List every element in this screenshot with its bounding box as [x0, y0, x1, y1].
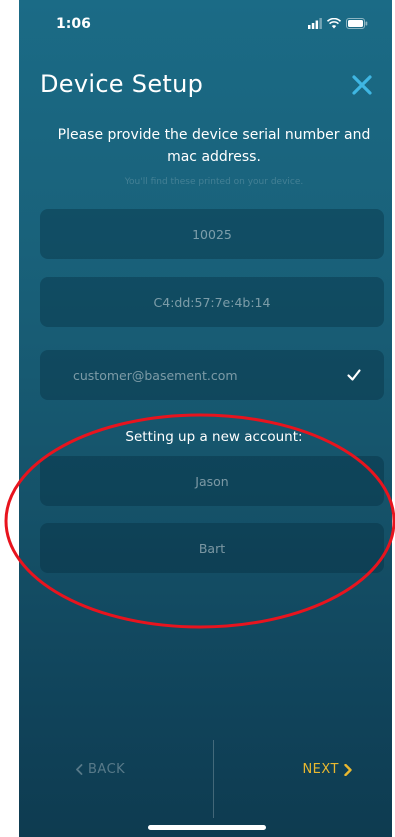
- email-value: customer@basement.com: [73, 367, 238, 383]
- last-name-value: Bart: [198, 540, 226, 556]
- first-name-field[interactable]: Jason: [40, 456, 384, 506]
- serial-number-value: 10025: [192, 226, 232, 242]
- check-icon: [347, 369, 361, 381]
- back-label: BACK: [88, 762, 126, 777]
- back-button[interactable]: BACK: [75, 762, 125, 777]
- serial-number-field[interactable]: 10025: [40, 209, 384, 259]
- home-indicator: [148, 825, 266, 830]
- close-icon[interactable]: [350, 73, 374, 97]
- email-field[interactable]: customer@basement.com: [40, 350, 384, 400]
- battery-icon: [346, 17, 368, 29]
- mac-address-field[interactable]: C4:dd:57:7e:4b:14: [40, 277, 384, 327]
- status-bar: 1:06: [19, 0, 392, 44]
- instructions-hint: You'll find these printed on your device…: [124, 177, 304, 187]
- app-screen: 1:06 Device Setup Please provide the dev…: [19, 0, 392, 837]
- page-title: Device Setup: [40, 70, 204, 98]
- status-time: 1:06: [56, 16, 91, 32]
- first-name-value: Jason: [195, 473, 229, 489]
- new-account-label: Setting up a new account:: [125, 429, 303, 445]
- instructions-text: Please provide the device serial number …: [57, 127, 371, 165]
- status-icons: [308, 16, 368, 30]
- next-label: NEXT: [302, 762, 339, 777]
- nav-divider: [213, 740, 214, 818]
- chevron-right-icon: [344, 763, 352, 776]
- next-button[interactable]: NEXT: [302, 762, 352, 777]
- wifi-icon: [327, 17, 341, 28]
- last-name-field[interactable]: Bart: [40, 523, 384, 573]
- mac-address-value: C4:dd:57:7e:4b:14: [153, 294, 271, 310]
- signal-icon: [308, 17, 322, 29]
- chevron-left-icon: [76, 764, 83, 775]
